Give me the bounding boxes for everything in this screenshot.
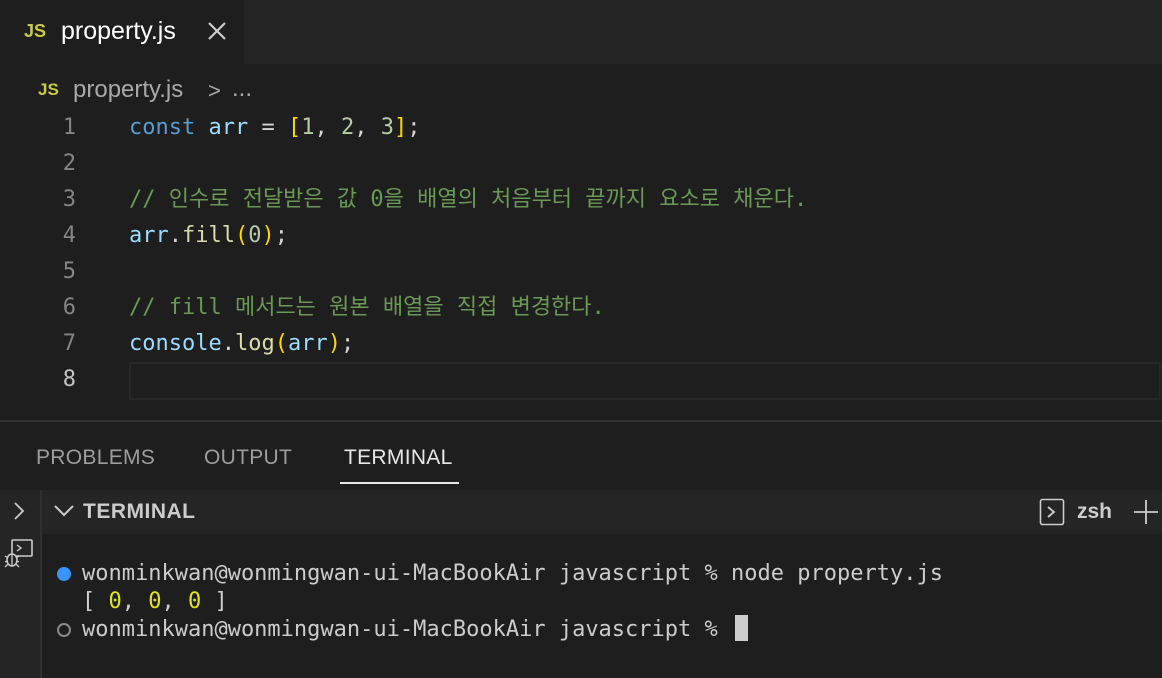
- code-text: const arr = [1, 2, 3];: [129, 115, 421, 140]
- editor-tab-bar: JS property.js: [0, 0, 1162, 66]
- terminal-section-title: TERMINAL: [83, 500, 196, 523]
- code-line[interactable]: 8: [0, 362, 1162, 398]
- tab-title: property.js: [61, 17, 176, 45]
- chevron-down-icon[interactable]: [52, 498, 76, 522]
- breadcrumb: JS property.js > ...: [0, 68, 1162, 110]
- line-number: 2: [62, 151, 76, 176]
- panel-tab-bar: PROBLEMS OUTPUT TERMINAL: [0, 422, 1162, 490]
- line-number: 6: [62, 295, 76, 320]
- javascript-file-icon: JS: [38, 80, 59, 99]
- terminal-output-line: [ 0, 0, 0 ]: [82, 589, 228, 614]
- chevron-right-icon[interactable]: [8, 500, 30, 522]
- command-success-dot[interactable]: [57, 567, 71, 581]
- line-number: 7: [62, 331, 76, 356]
- terminal-cursor: [735, 615, 749, 641]
- code-line[interactable]: 7 console.log(arr);: [0, 326, 1162, 362]
- code-text: arr.fill(0);: [129, 223, 288, 248]
- code-line[interactable]: 2: [0, 146, 1162, 182]
- breadcrumb-separator: >: [208, 78, 221, 103]
- code-line[interactable]: 6 // fill 메서드는 원본 배열을 직접 변경한다.: [0, 290, 1162, 326]
- line-number: 1: [62, 115, 76, 140]
- terminal-prompt-line: wonminkwan@wonmingwan-ui-MacBookAir java…: [82, 615, 749, 644]
- terminal-shell-name[interactable]: zsh: [1077, 500, 1112, 524]
- panel-side-bar: [0, 490, 42, 678]
- code-line[interactable]: 1 const arr = [1, 2, 3];: [0, 110, 1162, 146]
- array-value: 0: [188, 589, 202, 614]
- tab-problems[interactable]: PROBLEMS: [36, 446, 155, 470]
- line-number: 4: [62, 223, 76, 248]
- terminal-command-line: wonminkwan@wonmingwan-ui-MacBookAir java…: [82, 561, 943, 586]
- code-text: console.log(arr);: [129, 331, 355, 356]
- active-tab-indicator: [340, 482, 459, 484]
- code-line[interactable]: 4 arr.fill(0);: [0, 218, 1162, 254]
- line-number: 8: [62, 367, 76, 392]
- terminal-header: TERMINAL zsh: [42, 490, 1162, 534]
- code-editor[interactable]: 1 const arr = [1, 2, 3]; 2 3 // 인수로 전달받은 값 0…: [0, 110, 1162, 420]
- array-value: 0: [108, 589, 122, 614]
- array-value: 0: [148, 589, 162, 614]
- command-pending-dot: [57, 623, 71, 637]
- code-text: // 인수로 전달받은 값 0을 배열의 처음부터 끝까지 요소로 채운다.: [129, 187, 808, 212]
- line-number: 5: [62, 259, 76, 284]
- tab-property-js[interactable]: JS property.js: [0, 0, 244, 66]
- add-terminal-icon[interactable]: [1132, 498, 1160, 526]
- breadcrumb-file[interactable]: property.js: [73, 76, 183, 104]
- code-text: // fill 메서드는 원본 배열을 직접 변경한다.: [129, 295, 605, 320]
- javascript-file-icon: JS: [24, 21, 47, 41]
- terminal-prompt: wonminkwan@wonmingwan-ui-MacBookAir java…: [82, 617, 732, 642]
- breadcrumb-more[interactable]: ...: [232, 75, 252, 103]
- line-number: 3: [62, 187, 76, 212]
- close-icon[interactable]: [204, 16, 230, 46]
- terminal-shell-icon[interactable]: [1039, 498, 1065, 526]
- code-line[interactable]: 5: [0, 254, 1162, 290]
- debug-console-icon[interactable]: [2, 538, 36, 570]
- code-line[interactable]: 3 // 인수로 전달받은 값 0을 배열의 처음부터 끝까지 요소로 채운다.: [0, 182, 1162, 218]
- tab-terminal[interactable]: TERMINAL: [344, 446, 453, 470]
- terminal-output[interactable]: wonminkwan@wonmingwan-ui-MacBookAir java…: [42, 534, 1162, 678]
- tab-output[interactable]: OUTPUT: [204, 446, 292, 470]
